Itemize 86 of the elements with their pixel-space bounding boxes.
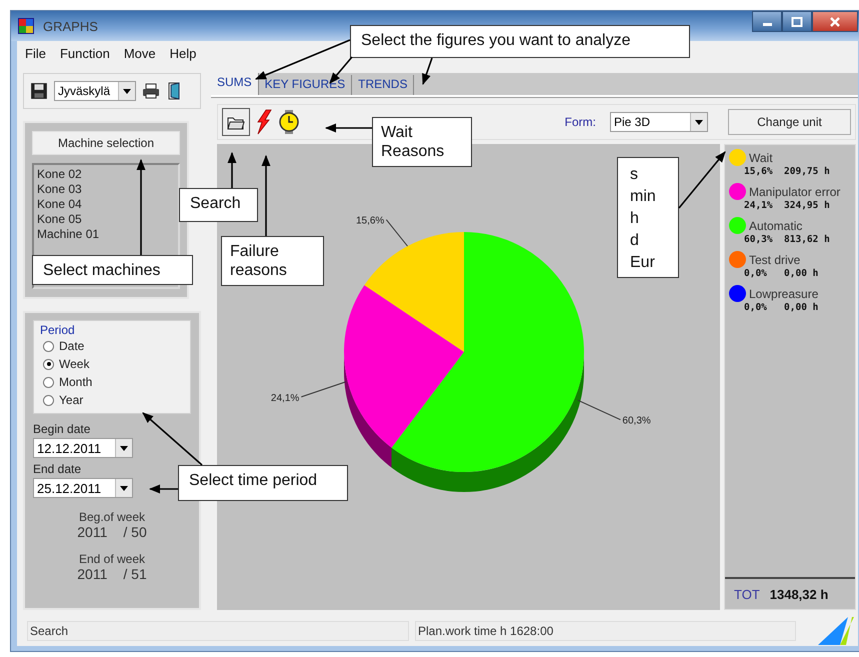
logo-icon (818, 617, 854, 645)
legend-label: Manipulator error (749, 184, 840, 198)
callout-arrow (324, 124, 372, 132)
list-item[interactable]: Kone 03 (37, 182, 82, 197)
legend-value: 60,3% 813,62 h (743, 234, 831, 245)
minimize-icon (762, 22, 772, 26)
callout: s min h d Eur (617, 157, 679, 278)
leader-line (577, 400, 621, 420)
callout: Wait Reasons (372, 117, 472, 167)
radio-label: Week (59, 357, 90, 371)
radio-label: Date (59, 339, 84, 353)
leader-line (300, 381, 346, 398)
legend-value: 0,0% 0,00 h (743, 268, 820, 279)
callout: Select time period (178, 465, 348, 501)
form-dropdown[interactable]: Pie 3D (610, 112, 708, 132)
form-label: Form: (564, 115, 596, 129)
legend-value: 24,1% 324,95 h (743, 200, 831, 211)
status-field: Search (27, 621, 409, 641)
legend-value: 0,0% 0,00 h (743, 302, 820, 313)
close-button[interactable] (812, 11, 858, 32)
window-title: GRAPHS (43, 18, 98, 34)
week-label: Beg.of week (78, 510, 146, 524)
menu-item[interactable]: File (21, 46, 52, 60)
menu-item[interactable]: Function (56, 46, 116, 60)
field-label: End date (33, 462, 82, 476)
year-value: 2011 (77, 524, 108, 540)
data-label: 24,1% (270, 392, 300, 404)
tab[interactable]: KEY FIGURES (258, 75, 352, 95)
app-icon (17, 17, 35, 35)
menu-item[interactable]: Help (166, 46, 202, 60)
week-value: / 51 (123, 566, 147, 582)
machine-selection-button[interactable]: Machine selection (32, 131, 180, 155)
callout-arrow (148, 484, 178, 494)
callout: Failure reasons (221, 236, 324, 286)
change-unit-button[interactable]: Change unit (728, 109, 851, 135)
callout-arrow (422, 58, 433, 86)
caret-icon (120, 486, 128, 490)
radio-label: Month (59, 375, 92, 389)
list-item[interactable]: Kone 04 (37, 197, 82, 212)
callout-arrow (142, 412, 203, 466)
total-value: 1348,32 h (770, 586, 828, 602)
year-value: 2011 (77, 566, 108, 582)
legend-label: Test drive (749, 252, 800, 266)
menu-item[interactable]: Move (120, 46, 162, 60)
minimize-button[interactable] (752, 11, 782, 32)
printer-icon[interactable] (142, 82, 160, 100)
radio-label: Year (59, 393, 84, 407)
radio-button[interactable] (43, 394, 54, 406)
caret-icon (120, 446, 128, 450)
maximize-button[interactable] (782, 11, 812, 32)
data-label: 60,3% (622, 416, 651, 427)
location-dropdown[interactable]: Jyväskylä (54, 81, 136, 101)
caret-icon (695, 120, 703, 124)
legend-value: 15,6% 209,75 h (743, 166, 831, 177)
callout: Search (179, 188, 258, 222)
legend-label: Automatic (749, 218, 802, 232)
maximize-icon (791, 16, 803, 26)
radio-button[interactable] (43, 376, 54, 388)
tab[interactable]: SUMS (211, 73, 259, 95)
legend-label: Wait (749, 150, 773, 164)
week-label: End of week (78, 552, 146, 566)
group-title: Period (40, 323, 75, 337)
week-value: / 50 (123, 524, 147, 540)
save-icon[interactable] (30, 82, 48, 100)
callout-arrow (678, 151, 726, 208)
caret-icon (123, 88, 131, 94)
lightning-icon[interactable] (256, 109, 272, 135)
list-item[interactable]: Kone 02 (37, 167, 82, 182)
date-field[interactable]: 12.12.2011 (33, 438, 133, 458)
radio-button[interactable] (43, 358, 54, 370)
total-label: TOT (734, 586, 760, 602)
callout: Select machines (32, 255, 193, 285)
list-item[interactable]: Kone 05 (37, 212, 82, 227)
date-field[interactable]: 25.12.2011 (33, 478, 133, 498)
status-field: Plan.work time h 1628:00 (415, 621, 796, 641)
close-icon (829, 16, 841, 26)
radio-button[interactable] (43, 340, 54, 352)
callout-arrow (228, 152, 236, 188)
field-label: Begin date (33, 422, 92, 436)
legend-label: Lowpreasure (749, 286, 818, 300)
leader-line (386, 219, 408, 247)
data-label: 15,6% (356, 216, 384, 227)
callout: Select the figures you want to analyze (350, 25, 690, 58)
list-item[interactable]: Machine 01 (37, 227, 100, 242)
watch-icon[interactable] (278, 109, 300, 135)
search-button[interactable] (222, 108, 250, 136)
